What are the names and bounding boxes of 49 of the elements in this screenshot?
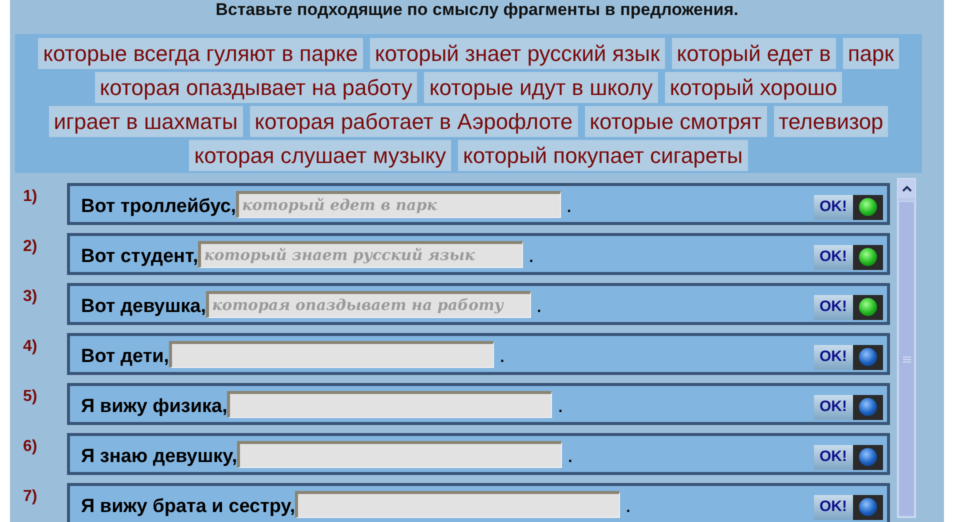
ok-button[interactable]: OK!: [814, 344, 853, 370]
sentence-number: 6): [22, 437, 38, 457]
sentence-text: Вот студент,: [81, 244, 198, 269]
scroll-up-icon[interactable]: [898, 179, 915, 198]
fragment-chip[interactable]: которая опаздывает на работу: [94, 72, 418, 103]
sentence-text: Вот троллейбус,: [81, 194, 236, 219]
sentence-number: 1): [22, 187, 38, 207]
fragment-chip[interactable]: которые всегда гуляют в парке: [38, 38, 363, 69]
grip-icon: [902, 356, 910, 362]
sentence-end: .: [500, 348, 504, 368]
ok-button[interactable]: OK!: [814, 244, 853, 270]
instruction-heading: Вставьте подходящие по смыслу фрагменты в предложения.: [216, 0, 738, 20]
fragment-chip[interactable]: парк: [842, 38, 899, 69]
fragment-chip[interactable]: который едет в: [672, 38, 836, 69]
sentence-number: 2): [22, 237, 38, 257]
ok-button[interactable]: OK!: [814, 294, 853, 320]
fragment-chip[interactable]: который покупает сигареты: [458, 140, 748, 171]
sentence-text: Я вижу физика,: [81, 394, 228, 419]
sentence-number: 7): [22, 487, 38, 507]
ok-button[interactable]: OK!: [814, 194, 853, 220]
answer-field[interactable]: [169, 340, 494, 368]
sentence-end: .: [626, 498, 630, 518]
sentence-number: 5): [22, 387, 38, 407]
sentence-text: Я знаю девушку,: [81, 444, 238, 469]
sentence-end: .: [529, 248, 534, 268]
fragment-chip[interactable]: которые смотрят: [584, 106, 767, 137]
sentence-text: Вот девушка,: [81, 294, 206, 319]
fragment-chip[interactable]: который знает русский язык: [370, 38, 665, 69]
sentence-number: 4): [22, 337, 38, 357]
sentence-text: Вот дети,: [81, 344, 170, 369]
sentence-end: .: [568, 448, 572, 468]
fragment-chip[interactable]: который хорошо: [664, 72, 842, 103]
sentence-text: Я вижу брата и сестру,: [81, 494, 296, 519]
fragment-chip[interactable]: которая слушает музыку: [189, 140, 452, 171]
scrollbar[interactable]: [897, 178, 916, 518]
ok-button[interactable]: OK!: [814, 494, 853, 520]
sentence-end: .: [558, 398, 563, 418]
fragment-chip[interactable]: играет в шахматы: [48, 106, 243, 137]
answer-field[interactable]: [237, 440, 562, 468]
sentence-end: .: [567, 198, 572, 218]
ok-button[interactable]: OK!: [814, 444, 853, 470]
sentence-number: 3): [22, 287, 38, 307]
fragment-chip[interactable]: которые идут в школу: [424, 72, 658, 103]
fragment-chip[interactable]: которая работает в Аэрофлоте: [250, 106, 578, 137]
sentence-end: .: [537, 298, 542, 318]
fragment-chip[interactable]: телевизор: [774, 106, 888, 137]
answer-field[interactable]: [295, 490, 620, 518]
answer-field[interactable]: [227, 390, 552, 418]
ok-button[interactable]: OK!: [814, 394, 853, 420]
